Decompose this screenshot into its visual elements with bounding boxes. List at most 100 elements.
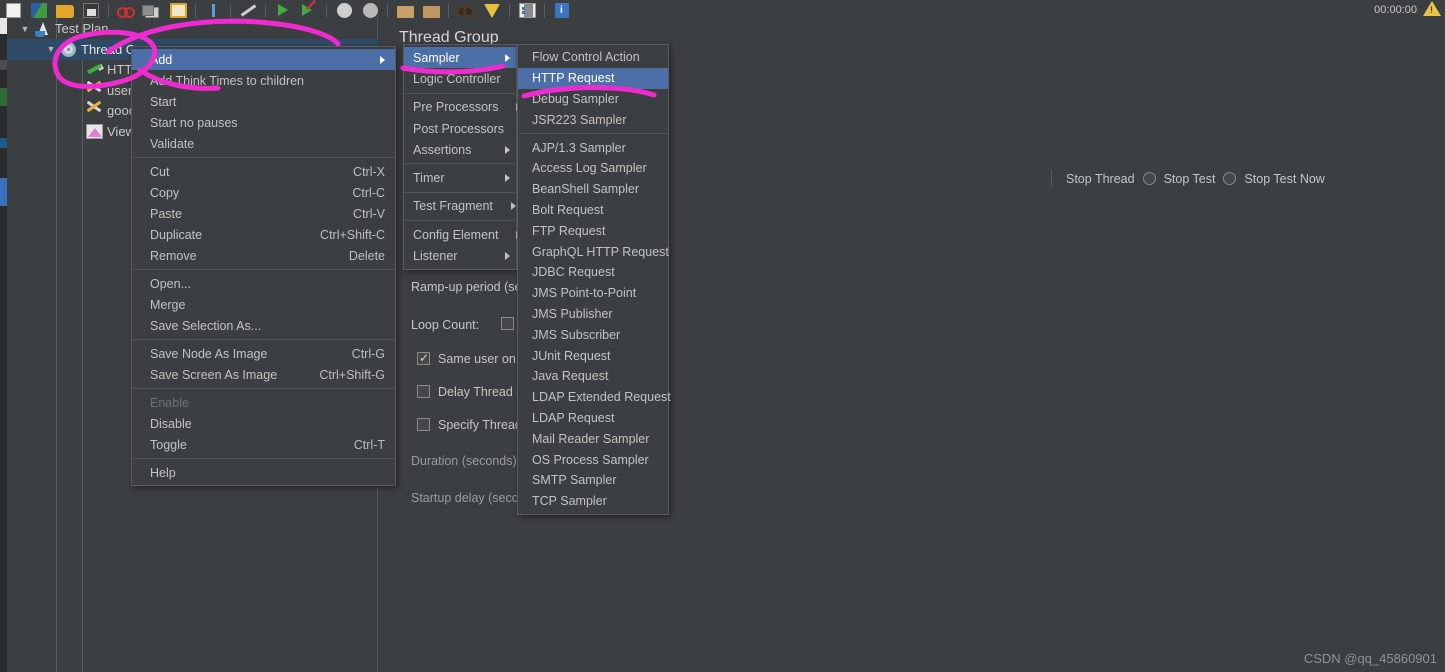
menu-item-pre-processors[interactable]: Pre Processors <box>404 97 516 118</box>
menu-item-junit-request[interactable]: JUnit Request <box>518 345 668 366</box>
stop-test-radio[interactable] <box>1142 172 1156 185</box>
warning-triangle-icon[interactable] <box>1423 1 1441 16</box>
toolbar-stop-icon[interactable] <box>331 0 357 18</box>
tree-item-goodid[interactable]: goodId <box>7 100 147 121</box>
sampler-submenu[interactable]: Flow Control Action HTTP Request Debug Sam… <box>517 44 671 515</box>
menu-item-mail-reader-sampler[interactable]: Mail Reader Sampler <box>518 428 668 449</box>
delay-thread-creation-checkbox[interactable] <box>417 385 430 398</box>
menu-separator <box>405 163 515 165</box>
expand-all-icon <box>208 3 218 18</box>
menu-item-http-request[interactable]: HTTP Request <box>518 67 668 89</box>
menu-item-sampler[interactable]: Sampler <box>404 47 516 69</box>
menu-item-jms-publisher[interactable]: JMS Publisher <box>518 304 668 325</box>
menu-item-jms-point-to-point[interactable]: JMS Point-to-Point <box>518 283 668 304</box>
menu-item-copy[interactable]: Copy Ctrl-C <box>132 182 395 203</box>
toolbar-search-icon[interactable] <box>453 0 479 18</box>
menu-item-open[interactable]: Open... <box>132 273 395 294</box>
menu-item-config-element[interactable]: Config Element <box>404 224 516 245</box>
menu-item-assertions[interactable]: Assertions <box>404 139 516 160</box>
toolbar-save-icon[interactable] <box>78 0 104 18</box>
stop-thread-radio-label[interactable]: Stop Thread <box>1066 172 1135 186</box>
menu-item-toggle[interactable]: Toggle Ctrl-T <box>132 434 395 455</box>
add-submenu[interactable]: Sampler Logic Controller Pre Processors Pos… <box>403 44 517 270</box>
http-request-icon-glyph <box>86 62 103 77</box>
specify-thread-lifetime-checkbox[interactable] <box>417 418 430 431</box>
menu-item-validate[interactable]: Validate <box>132 133 395 154</box>
menu-item-disable[interactable]: Disable <box>132 413 395 434</box>
new-icon <box>5 3 21 18</box>
tree-item-test-plan[interactable]: ▼ Test Plan <box>7 18 109 39</box>
toolbar-clear-all-icon[interactable] <box>418 0 444 18</box>
menu-item-logic-controller[interactable]: Logic Controller <box>404 68 516 89</box>
menu-item-save-screen-as-image[interactable]: Save Screen As Image Ctrl+Shift-G <box>132 364 395 385</box>
menu-item-cut[interactable]: Cut Ctrl-X <box>132 161 395 182</box>
menu-item-jms-subscriber[interactable]: JMS Subscriber <box>518 324 668 345</box>
toolbar-clear-icon[interactable] <box>392 0 418 18</box>
tree-context-menu[interactable]: Add Add Think Times to children Start Start… <box>131 46 396 486</box>
menu-item-save-node-as-image[interactable]: Save Node As Image Ctrl-G <box>132 343 395 364</box>
toolbar-cut-icon[interactable] <box>113 0 139 18</box>
toolbar-start-no-pauses-icon[interactable] <box>296 0 322 18</box>
same-user-checkbox[interactable] <box>417 351 430 365</box>
toolbar-function-helper-icon[interactable] <box>514 0 540 18</box>
stop-test-label[interactable]: Stop Test <box>1164 172 1216 186</box>
menu-item-graphql-http-request[interactable]: GraphQL HTTP Request <box>518 241 669 262</box>
toolbar-copy-icon[interactable] <box>139 0 165 18</box>
menu-item-label: Duplicate <box>150 227 203 242</box>
stop-test-now-label[interactable]: Stop Test Now <box>1244 172 1324 186</box>
menu-item-duplicate[interactable]: Duplicate Ctrl+Shift-C <box>132 224 395 245</box>
menu-item-jsr223-sampler[interactable]: JSR223 Sampler <box>518 109 668 130</box>
tree-item-userid[interactable]: userId <box>7 80 143 101</box>
menu-item-ftp-request[interactable]: FTP Request <box>518 220 668 241</box>
edge-seg-5 <box>0 138 7 148</box>
menu-item-add[interactable]: Add <box>132 49 395 70</box>
menu-item-tcp-sampler[interactable]: TCP Sampler <box>518 491 668 512</box>
menu-item-test-fragment[interactable]: Test Fragment <box>404 196 516 217</box>
menu-item-os-process-sampler[interactable]: OS Process Sampler <box>518 449 668 470</box>
menu-item-remove[interactable]: Remove Delete <box>132 245 395 266</box>
menu-item-label: HTTP Request <box>532 71 615 86</box>
start-no-pauses-icon <box>301 3 317 18</box>
menu-item-beanshell-sampler[interactable]: BeanShell Sampler <box>518 179 668 200</box>
chevron-down-icon[interactable]: ▼ <box>17 21 33 37</box>
toolbar-open-icon[interactable] <box>52 0 78 18</box>
menu-item-debug-sampler[interactable]: Debug Sampler <box>518 89 668 110</box>
menu-item-java-request[interactable]: Java Request <box>518 366 668 387</box>
menu-item-ajp-1-3-sampler[interactable]: AJP/1.3 Sampler <box>518 137 668 158</box>
toolbar-paste-icon[interactable] <box>165 0 191 18</box>
chevron-down-icon[interactable]: ▼ <box>43 41 59 57</box>
menu-item-access-log-sampler[interactable]: Access Log Sampler <box>518 158 668 179</box>
shutdown-icon <box>362 3 378 18</box>
menu-item-ldap-extended-request[interactable]: LDAP Extended Request <box>518 387 671 408</box>
menu-item-bolt-request[interactable]: Bolt Request <box>518 200 668 221</box>
menu-item-save-selection-as[interactable]: Save Selection As... <box>132 315 395 336</box>
toolbar-templates-icon[interactable] <box>26 0 52 18</box>
toolbar-shield-icon[interactable] <box>479 0 505 18</box>
menu-item-ldap-request[interactable]: LDAP Request <box>518 408 668 429</box>
toolbar-pencil-icon[interactable] <box>235 0 261 18</box>
menu-item-label: Assertions <box>413 142 472 157</box>
toolbar-new-icon[interactable] <box>0 0 26 18</box>
menu-item-flow-control-action[interactable]: Flow Control Action <box>518 47 668 68</box>
menu-item-smtp-sampler[interactable]: SMTP Sampler <box>518 470 668 491</box>
toolbar-help-icon[interactable] <box>549 0 575 18</box>
toolbar-shutdown-icon[interactable] <box>357 0 383 18</box>
menu-item-merge[interactable]: Merge <box>132 294 395 315</box>
menu-item-label: JSR223 Sampler <box>532 112 627 127</box>
loop-count-infinite-checkbox[interactable] <box>501 317 514 330</box>
menu-item-jdbc-request[interactable]: JDBC Request <box>518 262 668 283</box>
toolbar-start-icon[interactable] <box>270 0 296 18</box>
menu-item-add-think-times-to-children[interactable]: Add Think Times to children <box>132 70 395 91</box>
menu-item-start[interactable]: Start <box>132 91 395 112</box>
menu-item-listener[interactable]: Listener <box>404 245 516 266</box>
menu-separator <box>133 458 394 459</box>
menu-item-timer[interactable]: Timer <box>404 167 516 188</box>
toolbar-expand-all-icon[interactable] <box>200 0 226 18</box>
menu-item-paste[interactable]: Paste Ctrl-V <box>132 203 395 224</box>
menu-item-help[interactable]: Help <box>132 462 395 483</box>
menu-separator <box>133 157 394 158</box>
menu-item-start-no-pauses[interactable]: Start no pauses <box>132 112 395 133</box>
clear-icon <box>396 6 414 18</box>
stop-test-now-radio[interactable] <box>1223 172 1237 185</box>
menu-item-post-processors[interactable]: Post Processors <box>404 118 516 139</box>
